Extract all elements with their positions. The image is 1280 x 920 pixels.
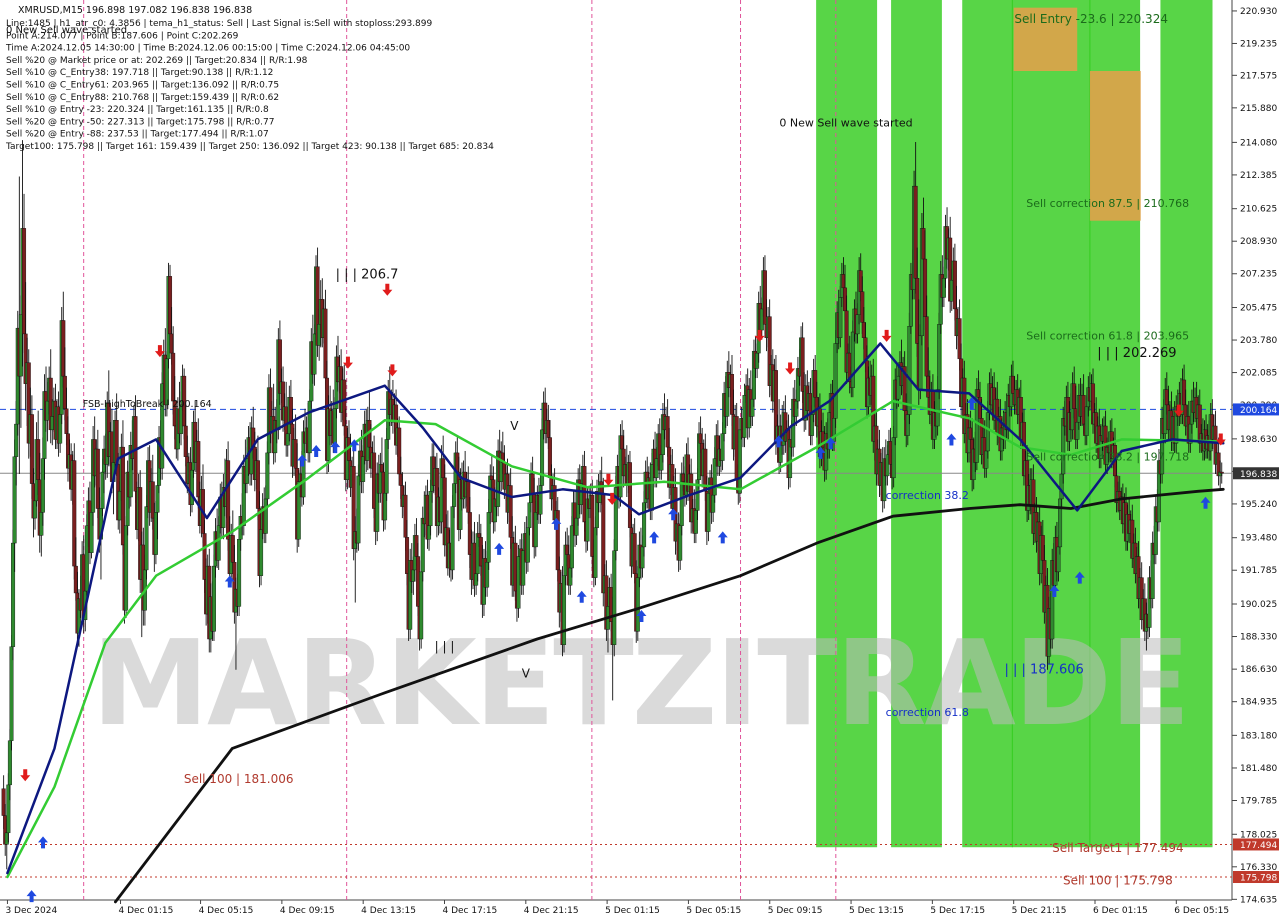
time-tick-label-2: 4 Dec 05:15 (199, 906, 254, 916)
price-tag-label-2: 177.494 (1240, 841, 1277, 851)
price-tick-label-2: 217.575 (1240, 71, 1277, 81)
price-tick-label-21: 184.935 (1240, 698, 1277, 708)
price-tick-label-15: 195.240 (1240, 500, 1277, 510)
header-line-6: Sell %10 @ C_Entry88: 210.768 || Target:… (6, 93, 279, 103)
annotation-corr_382: correction 38.2 (886, 489, 969, 502)
price-tick-label-27: 174.635 (1240, 895, 1277, 905)
time-tick-label-0: 3 Dec 2024 (5, 906, 57, 916)
time-tick-label-10: 5 Dec 13:15 (849, 906, 904, 916)
header-line-5: Sell %10 @ C_Entry61: 203.965 || Target:… (6, 81, 279, 91)
price-tick-label-11: 202.085 (1240, 369, 1277, 379)
price-tick-label-4: 214.080 (1240, 138, 1277, 148)
time-tick-label-9: 5 Dec 09:15 (768, 906, 823, 916)
header-line-9: Sell %20 @ Entry -88: 237.53 || Target:1… (6, 130, 269, 140)
price-tick-label-19: 188.330 (1240, 633, 1277, 643)
header-line-7: Sell %10 @ Entry -23: 220.324 || Target:… (6, 105, 269, 115)
annotation-new_sell_wave: 0 New Sell wave started (779, 117, 912, 130)
price-tick-label-16: 193.480 (1240, 534, 1277, 544)
header-line-10: Target100: 175.798 || Target 161: 159.43… (5, 142, 494, 152)
annotation-sell_100_right: Sell 100 | 175.798 (1063, 874, 1173, 888)
time-tick-label-11: 5 Dec 17:15 (930, 906, 985, 916)
annotation-fsb: FSB-HighToBreak | 200.164 (83, 399, 212, 410)
candle-body-596 (937, 324, 942, 390)
watermark: MARKETZITRADE (92, 614, 1191, 752)
price-tick-label-7: 208.930 (1240, 237, 1277, 247)
header-title: XMRUSD,M15 196.898 197.082 196.838 196.8… (18, 5, 252, 16)
price-tick-label-23: 181.480 (1240, 764, 1277, 774)
price-tick-label-0: 220.930 (1240, 7, 1277, 17)
candle-body-266 (419, 571, 424, 640)
price-chart[interactable]: MARKETZITRADE Sell Entry -23.6 | 220.324… (0, 0, 1280, 920)
candle-body-78 (124, 525, 129, 611)
annotation-point_b: | | | 187.606 (1005, 663, 1084, 678)
price-tag-label-0: 200.164 (1240, 406, 1277, 416)
price-tick-label-5: 212.385 (1240, 171, 1277, 181)
header-overlay-label: 0 New Sell wave started (6, 25, 127, 36)
price-tag-label-3: 175.798 (1240, 874, 1277, 884)
price-tick-label-17: 191.785 (1240, 566, 1277, 576)
price-tick-label-3: 215.880 (1240, 104, 1277, 114)
time-tick-label-3: 4 Dec 09:15 (280, 906, 335, 916)
candle-body-195 (307, 400, 312, 454)
annotation-point_c: | | | 202.269 (1097, 346, 1176, 361)
candle-body-530 (833, 343, 838, 419)
price-tick-label-18: 190.025 (1240, 600, 1277, 610)
annotation-sell_target1: Sell Target1 | 177.494 (1052, 841, 1184, 855)
candle-body-577 (907, 326, 912, 415)
candle-body-389 (612, 550, 617, 645)
price-tag-label-1: 196.838 (1240, 470, 1277, 480)
price-tick-label-22: 183.180 (1240, 731, 1277, 741)
candle-body-226 (356, 475, 361, 544)
annotation-sell_corr_618: Sell correction 61.8 | 203.965 (1026, 330, 1189, 343)
price-tick-label-6: 210.625 (1240, 205, 1277, 215)
time-tick-label-14: 6 Dec 05:15 (1174, 906, 1229, 916)
price-tick-label-8: 207.235 (1240, 270, 1277, 280)
header-line-8: Sell %20 @ Entry -50: 227.313 || Target:… (6, 117, 274, 127)
annotation-sell_entry: Sell Entry -23.6 | 220.324 (1014, 12, 1168, 26)
time-tick-label-4: 4 Dec 13:15 (361, 906, 416, 916)
chart-root: MARKETZITRADE Sell Entry -23.6 | 220.324… (0, 0, 1280, 920)
candle-body-84 (133, 416, 138, 492)
annotation-roman_iii: | | | (435, 640, 455, 654)
candle-body-5 (9, 646, 14, 741)
time-tick-label-7: 5 Dec 01:15 (605, 906, 660, 916)
price-tick-label-13: 198.630 (1240, 435, 1277, 445)
price-tick-label-9: 205.475 (1240, 304, 1277, 314)
time-tick-label-12: 5 Dec 21:15 (1012, 906, 1067, 916)
time-tick-label-6: 4 Dec 21:15 (524, 906, 579, 916)
candle-body-357 (562, 575, 567, 645)
header-line-4: Sell %10 @ C_Entry38: 197.718 || Target:… (6, 68, 273, 78)
header-line-3: Sell %20 @ Market price or at: 202.269 |… (6, 56, 308, 66)
candle-body-776 (1219, 471, 1224, 474)
header-line-2: Time A:2024.12.05 14:30:00 | Time B:2024… (5, 44, 410, 54)
watermark-text: MARKETZITRADE (92, 614, 1189, 752)
time-tick-label-1: 4 Dec 01:15 (119, 906, 174, 916)
price-tick-label-24: 179.785 (1240, 797, 1277, 807)
annotation-sell_100_left: Sell 100 | 181.006 (184, 772, 294, 786)
annotation-roman_v2: V (522, 666, 531, 680)
time-tick-label-5: 4 Dec 17:15 (442, 906, 497, 916)
annotation-roman_v1: V (510, 419, 519, 433)
annotation-sell_corr_875: Sell correction 87.5 | 210.768 (1026, 197, 1189, 210)
annotation-sell_corr_382: Sell correction 38.2 | 197.718 (1026, 451, 1189, 464)
price-tick-label-20: 186.630 (1240, 665, 1277, 675)
time-tick-label-8: 5 Dec 05:15 (686, 906, 741, 916)
price-tick-label-1: 219.235 (1240, 39, 1277, 49)
price-tick-label-10: 203.780 (1240, 336, 1277, 346)
time-tick-label-13: 6 Dec 01:15 (1093, 906, 1148, 916)
annotation-point_a: | | | 206.7 (336, 267, 399, 282)
annotation-corr_618: correction 61.8 (886, 706, 969, 719)
